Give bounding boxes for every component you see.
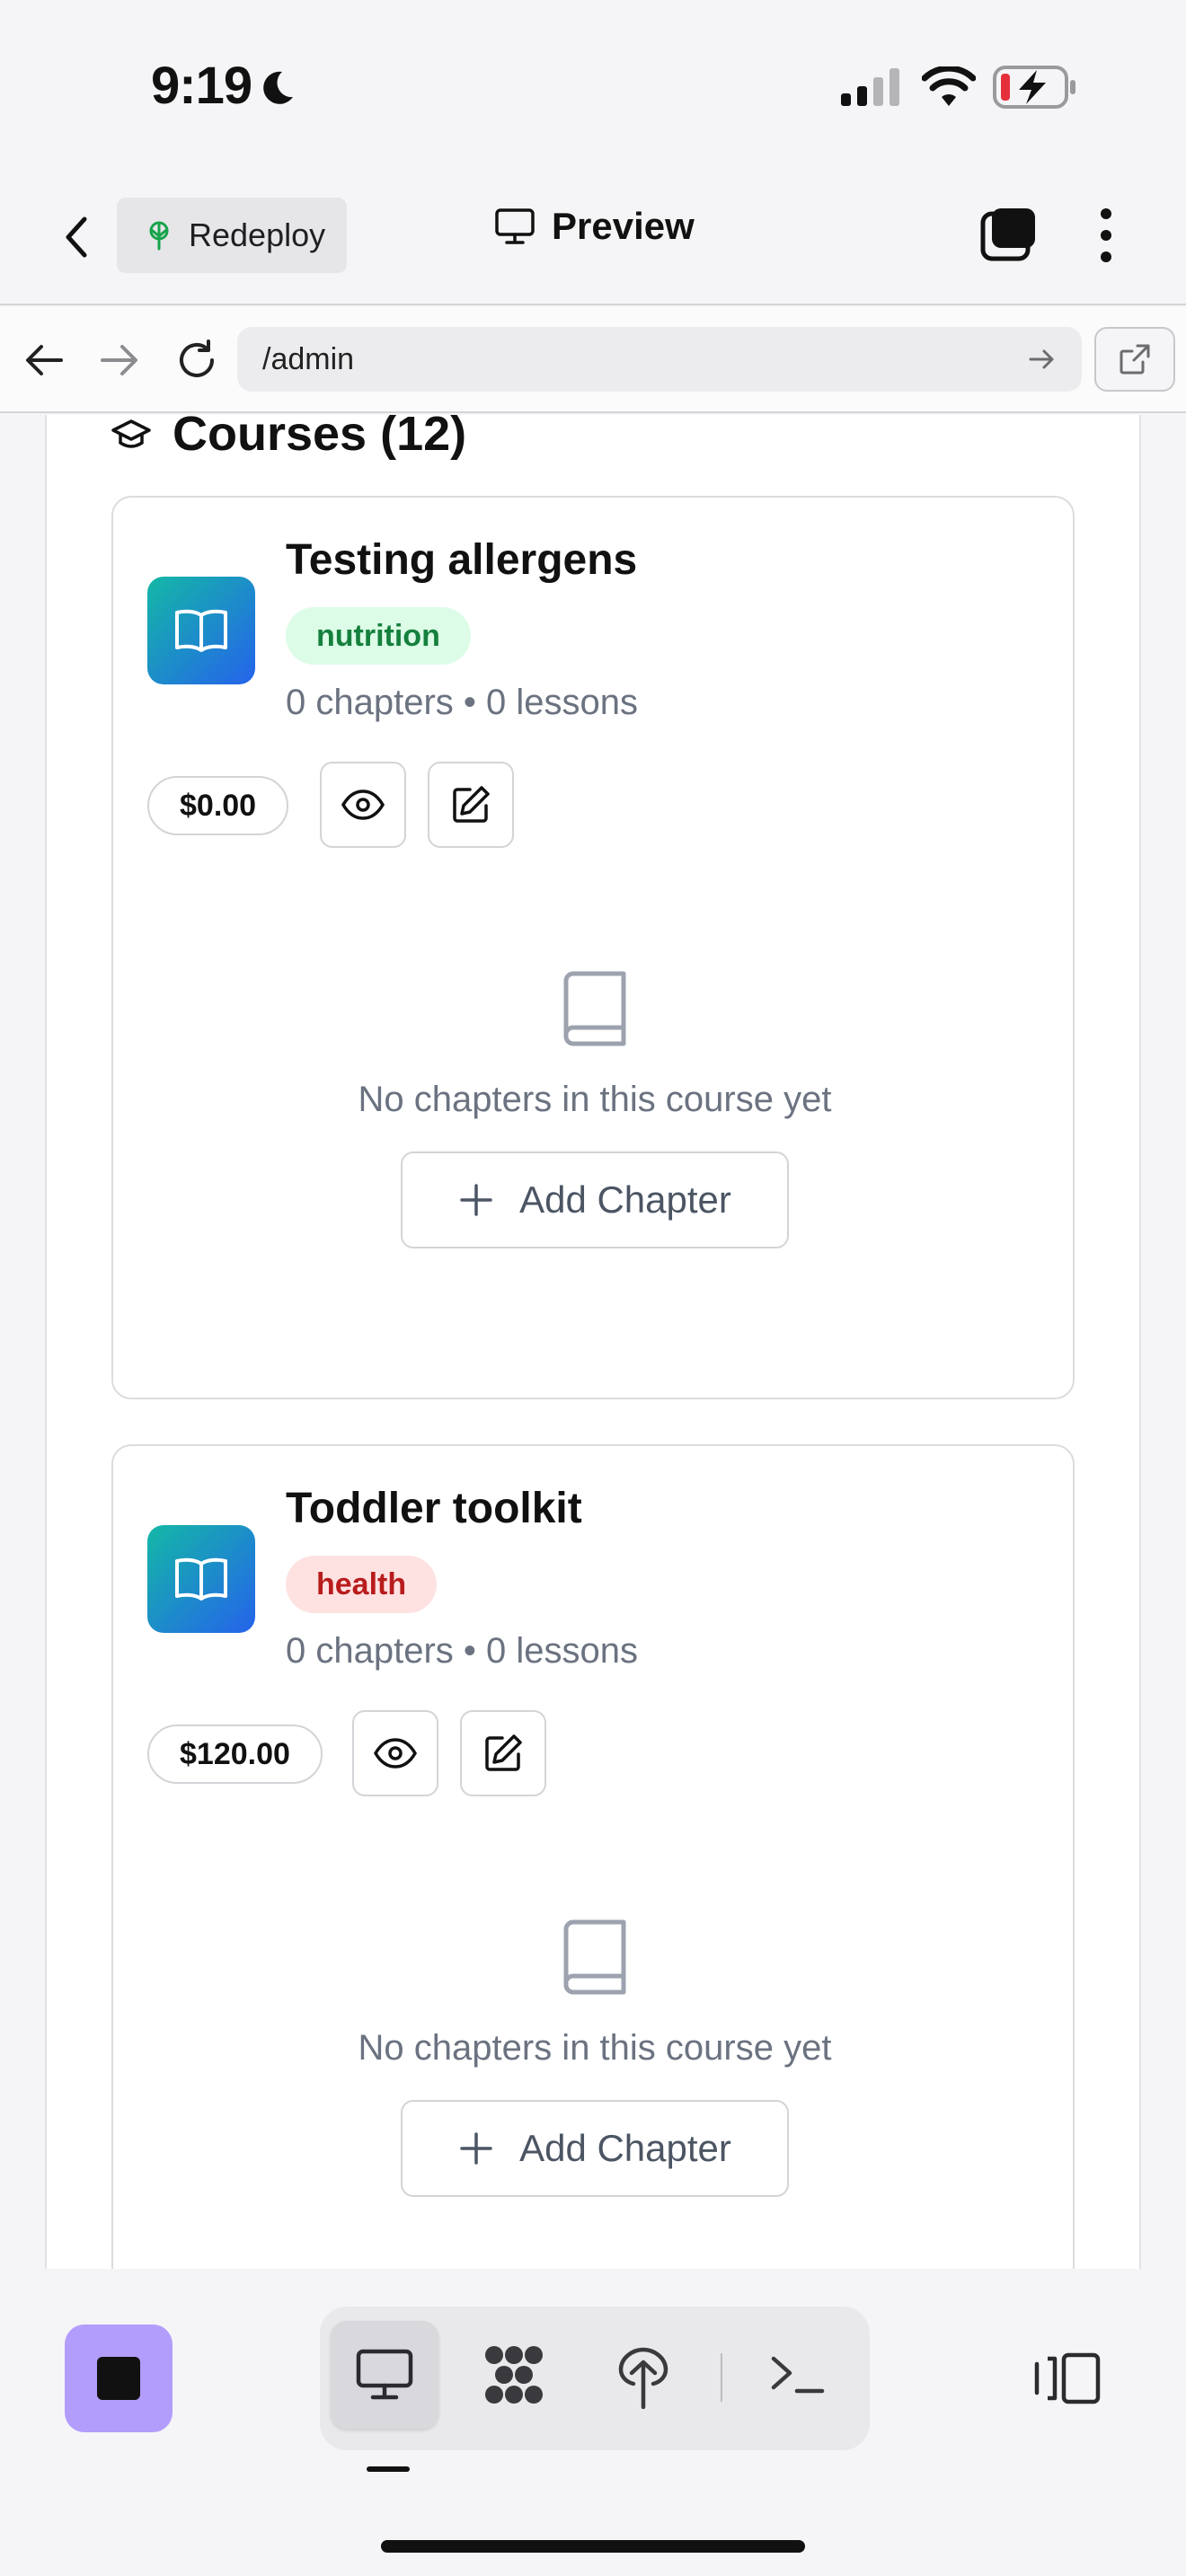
add-chapter-button[interactable]: Add Chapter: [401, 1151, 789, 1248]
course-title: Toddler toolkit: [286, 1485, 582, 1532]
reload-icon[interactable]: [174, 338, 219, 383]
course-category-tag: health: [286, 1556, 438, 1613]
battery-charging-icon: [993, 66, 1075, 109]
courses-section-header: Courses (12): [110, 415, 466, 462]
url-bar: /admin: [0, 307, 1186, 413]
course-book-icon: [147, 577, 255, 684]
empty-book-icon: [563, 1919, 626, 1995]
wifi-icon: [922, 66, 976, 106]
monitor-icon: [356, 2349, 413, 2400]
open-external-button[interactable]: [1094, 327, 1175, 392]
redeploy-label: Redeploy: [189, 216, 326, 253]
more-vertical-icon[interactable]: [1093, 207, 1120, 264]
edit-icon: [485, 1734, 522, 1771]
add-chapter-button[interactable]: Add Chapter: [401, 2100, 789, 2197]
admin-content: Courses (12) Testing allergens nutrition…: [0, 415, 1186, 2269]
preview-mode-tab[interactable]: [331, 2321, 438, 2429]
preview-label: Preview: [552, 205, 695, 247]
status-bar: 9:19: [0, 0, 1186, 171]
split-view-icon[interactable]: [1033, 2351, 1102, 2405]
plus-icon: [460, 2132, 492, 2165]
course-meta: 0 chapters • 0 lessons: [286, 1631, 638, 1671]
view-course-button[interactable]: [352, 1710, 438, 1796]
deploy-tree-icon: [618, 2347, 668, 2409]
course-price: $120.00: [147, 1725, 323, 1784]
edit-icon: [453, 786, 490, 823]
empty-book-icon: [563, 971, 626, 1046]
plus-icon: [460, 1184, 492, 1216]
course-card: Testing allergens nutrition 0 chapters •…: [111, 496, 1075, 1399]
home-indicator: [381, 2540, 805, 2553]
agents-mode-tab[interactable]: [460, 2321, 568, 2429]
url-text: /admin: [262, 342, 355, 376]
redeploy-button[interactable]: Redeploy: [117, 198, 347, 273]
course-book-icon: [147, 1525, 255, 1633]
active-tab-indicator: [367, 2466, 410, 2472]
bottom-toolbar: [0, 2269, 1186, 2576]
add-chapter-label: Add Chapter: [519, 1178, 731, 1221]
top-bar: Redeploy Preview: [0, 171, 1186, 305]
terminal-icon: [771, 2356, 825, 2394]
eye-icon: [341, 790, 385, 820]
view-course-button[interactable]: [320, 762, 406, 848]
graduation-cap-icon: [111, 419, 151, 448]
course-category-tag: nutrition: [286, 607, 471, 665]
course-title: Testing allergens: [286, 536, 638, 584]
stop-button[interactable]: [65, 2325, 173, 2432]
monitor-icon: [495, 208, 535, 244]
view-mode-switcher: [320, 2307, 870, 2450]
eye-icon: [373, 1738, 418, 1769]
edit-course-button[interactable]: [460, 1710, 546, 1796]
shell-mode-tab[interactable]: [744, 2321, 852, 2429]
add-chapter-label: Add Chapter: [519, 2127, 731, 2169]
external-link-icon: [1120, 344, 1150, 375]
status-time: 9:19: [151, 57, 252, 115]
segment-divider: [721, 2353, 722, 2402]
course-price: $0.00: [147, 776, 289, 835]
stop-icon: [97, 2357, 140, 2400]
empty-chapters-text: No chapters in this course yet: [358, 2028, 832, 2068]
course-meta: 0 chapters • 0 lessons: [286, 683, 638, 722]
nav-forward-arrow-icon[interactable]: [99, 341, 140, 379]
signal-icon: [841, 68, 899, 106]
url-input[interactable]: /admin: [237, 327, 1082, 392]
back-chevron-icon[interactable]: [59, 212, 95, 262]
go-arrow-icon[interactable]: [1028, 347, 1057, 372]
nav-back-arrow-icon[interactable]: [23, 341, 65, 379]
courses-title: Courses (12): [173, 415, 467, 461]
empty-chapters-text: No chapters in this course yet: [358, 1080, 832, 1119]
edit-course-button[interactable]: [428, 762, 514, 848]
preview-title: Preview: [494, 205, 695, 248]
course-card: Toddler toolkit health 0 chapters • 0 le…: [111, 1444, 1075, 2269]
redeploy-tree-icon: [149, 221, 169, 251]
deploy-mode-tab[interactable]: [589, 2321, 697, 2429]
moon-icon: [263, 71, 293, 104]
hexagon-cluster-icon: [485, 2346, 543, 2404]
tabs-icon[interactable]: [979, 205, 1039, 264]
